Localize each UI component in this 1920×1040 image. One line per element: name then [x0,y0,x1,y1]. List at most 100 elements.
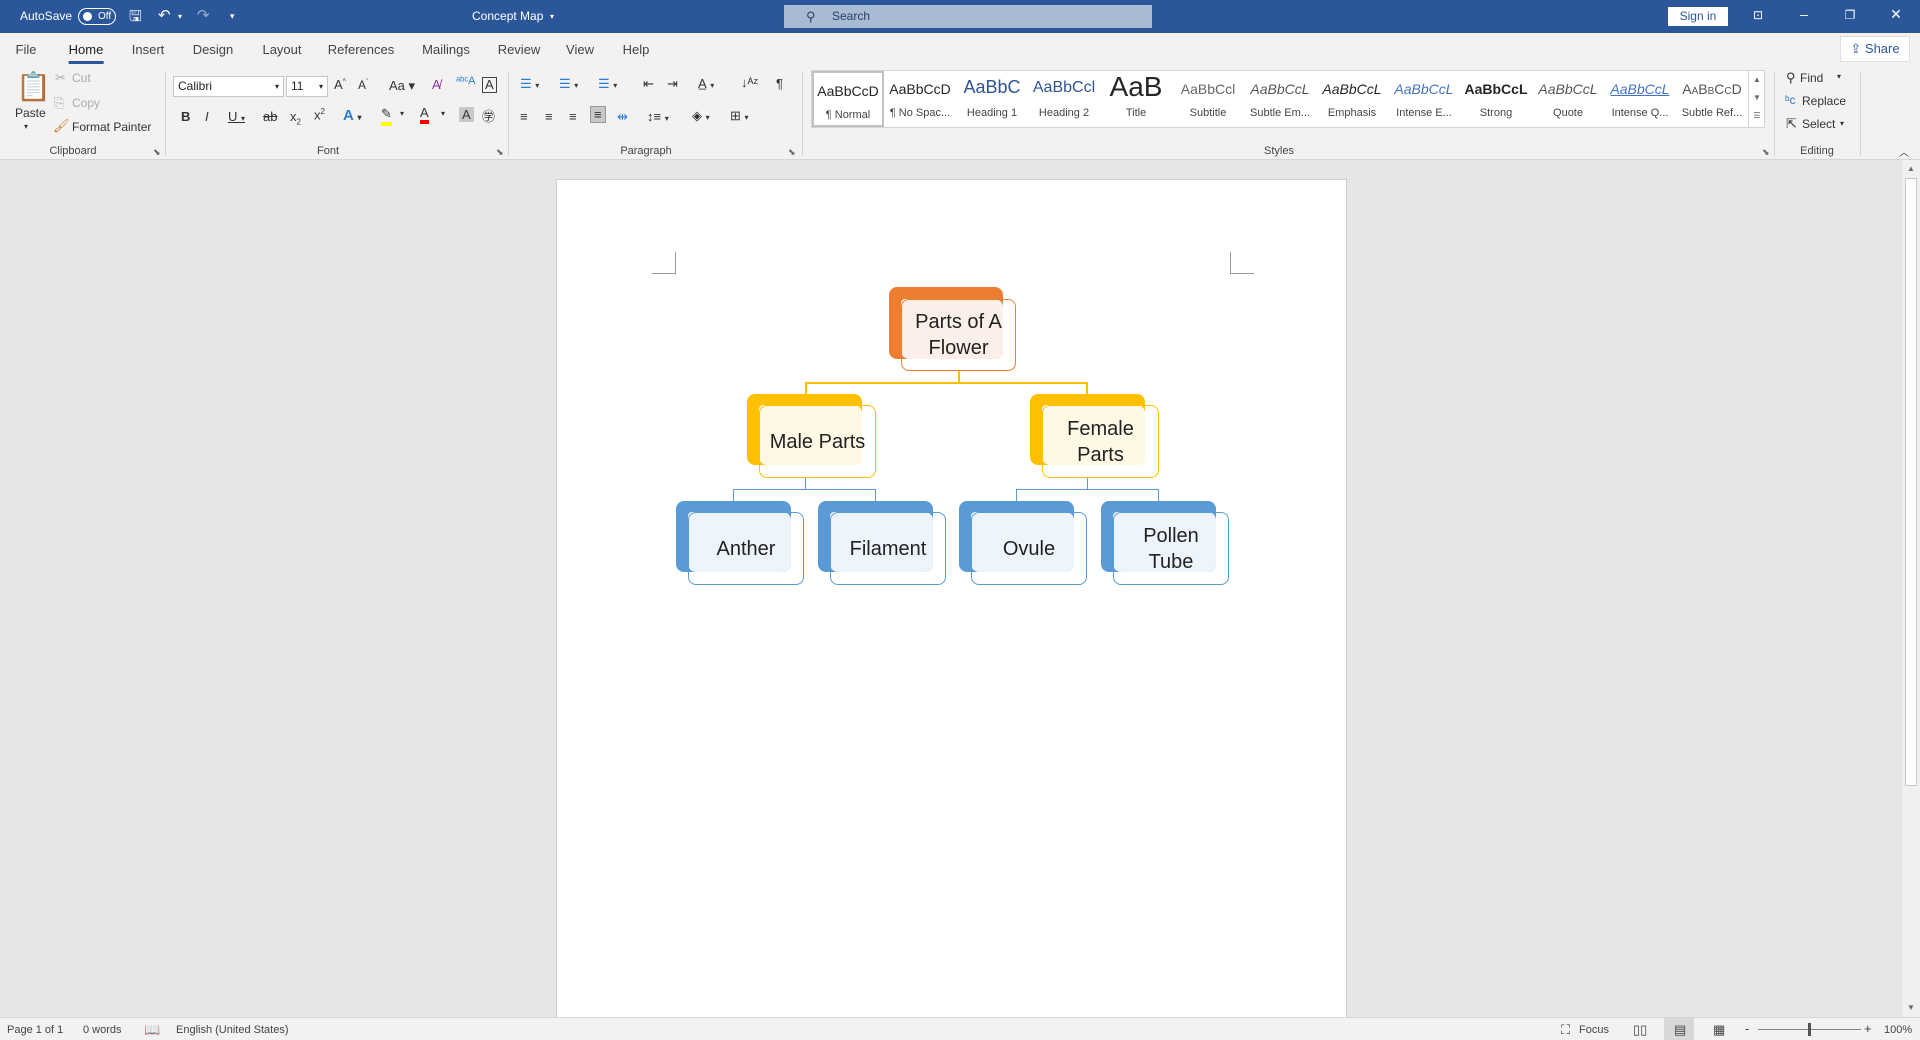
customize-qat-icon[interactable]: ▾ [230,11,235,22]
focus-icon[interactable]: ⛶ [1561,1022,1570,1038]
page-count[interactable]: Page 1 of 1 [7,1024,63,1036]
character-shading-icon[interactable]: A [459,107,474,122]
female-parts-node[interactable]: Female Parts [1042,405,1159,478]
replace-button[interactable]: Replace [1802,94,1846,108]
title-dropdown-icon[interactable]: ▾ [550,12,554,21]
distributed-icon[interactable]: ⇹ [617,109,628,125]
font-color-icon[interactable]: A [420,106,429,124]
font-launcher-icon[interactable]: ⬊ [496,147,504,158]
autosave-toggle[interactable]: Off [78,8,116,25]
justify-icon[interactable]: ≡ [590,106,606,123]
search-box[interactable]: ⚲ Search [784,5,1152,28]
tab-help[interactable]: Help [623,42,650,57]
redo-icon[interactable]: ↷ [197,6,210,24]
undo-icon[interactable]: ↶ [158,6,171,24]
paste-dropdown-icon[interactable]: ▾ [24,122,28,131]
paste-button[interactable]: Paste [15,106,46,120]
text-effects-icon[interactable]: A ▾ [343,107,361,124]
zoom-out-icon[interactable]: - [1745,1021,1749,1036]
share-button[interactable]: ⇪ Share [1840,36,1910,62]
character-border-icon[interactable]: A [482,77,497,93]
style-intense-quote[interactable]: AaBbCcL Intense Q... [1604,71,1676,127]
male-parts-node[interactable]: Male Parts [759,405,876,478]
copy-button[interactable]: Copy [72,96,100,110]
tab-review[interactable]: Review [498,42,541,57]
language[interactable]: English (United States) [176,1024,289,1036]
anther-node[interactable]: Anther [688,512,804,585]
tab-mailings[interactable]: Mailings [422,42,470,57]
save-icon[interactable]: 🖫 [129,6,142,31]
zoom-slider-thumb[interactable] [1808,1023,1811,1036]
superscript-icon[interactable]: x2 [314,107,325,122]
style-title[interactable]: AaB Title [1100,71,1172,127]
style-normal[interactable]: AaBbCcD ¶ Normal [812,71,884,127]
styles-scroll[interactable]: ▲ ▼ ☰ [1748,71,1765,127]
tab-layout[interactable]: Layout [262,42,301,57]
align-left-icon[interactable]: ≡ [520,109,528,124]
root-node[interactable]: Parts of A Flower [901,299,1016,371]
change-case-icon[interactable]: Aa ▾ [389,78,415,94]
align-right-icon[interactable]: ≡ [569,109,577,124]
tab-view[interactable]: View [566,42,594,57]
more-styles-icon[interactable]: ☰ [1749,107,1765,125]
scrollbar-thumb[interactable] [1905,178,1917,786]
font-name-select[interactable]: Calibri ▾ [173,76,284,97]
close-icon[interactable]: ✕ [1886,6,1906,23]
shrink-font-icon[interactable]: Aˇ [358,78,368,92]
highlight-icon[interactable]: ✎ [381,106,392,126]
style-heading-1[interactable]: AaBbC Heading 1 [956,71,1028,127]
tab-design[interactable]: Design [193,42,233,57]
zoom-level[interactable]: 100% [1884,1024,1912,1036]
scroll-up-icon[interactable]: ▲ [1907,164,1915,173]
zoom-in-icon[interactable]: + [1864,1021,1872,1036]
styles-launcher-icon[interactable]: ⬊ [1762,147,1770,158]
document-title[interactable]: Concept Map [472,9,543,23]
scroll-down-icon[interactable]: ▼ [1749,89,1765,107]
proofing-icon[interactable]: 📖 [144,1022,160,1038]
format-painter-button[interactable]: Format Painter [72,120,151,134]
enclose-characters-icon[interactable]: ㊫ [482,106,495,125]
align-center-icon[interactable]: ≡ [545,109,553,124]
grow-font-icon[interactable]: A^ [334,77,346,92]
multilevel-list-icon[interactable]: ☰ ▾ [598,76,617,92]
select-dropdown-icon[interactable]: ▾ [1840,119,1844,128]
scroll-down-icon[interactable]: ▼ [1907,1003,1915,1012]
ovule-node[interactable]: Ovule [971,512,1087,585]
bold-icon[interactable]: B [181,109,190,124]
decrease-indent-icon[interactable]: ⇤ [643,76,654,92]
shading-icon[interactable]: ◈ ▾ [692,108,710,124]
find-button[interactable]: Find [1800,71,1823,85]
clear-formatting-icon[interactable]: A̸ [432,77,441,92]
pollen-tube-node[interactable]: Pollen Tube [1113,512,1229,585]
style-quote[interactable]: AaBbCcL Quote [1532,71,1604,127]
increase-indent-icon[interactable]: ⇥ [667,76,678,92]
tab-file[interactable]: File [16,42,37,57]
restore-icon[interactable]: ❐ [1840,8,1860,22]
borders-icon[interactable]: ⊞ ▾ [730,108,749,124]
paragraph-launcher-icon[interactable]: ⬊ [788,147,796,158]
subscript-icon[interactable]: x2 [290,109,301,127]
numbering-icon[interactable]: ☰ ▾ [559,76,578,92]
bullets-icon[interactable]: ☰ ▾ [520,76,539,92]
style-emphasis[interactable]: AaBbCcL Emphasis [1316,71,1388,127]
italic-icon[interactable]: I [205,109,209,124]
highlight-dropdown-icon[interactable]: ▾ [400,109,404,118]
underline-icon[interactable]: U ▾ [228,109,245,124]
style-intense-emphasis[interactable]: AaBbCcL Intense E... [1388,71,1460,127]
ribbon-display-icon[interactable]: ⊡ [1748,8,1768,22]
style-subtle-reference[interactable]: AaBbCcD Subtle Ref... [1676,71,1748,127]
paste-icon[interactable]: 📋 [16,70,51,103]
phonetic-guide-icon[interactable]: ᵃᵇᶜA [456,75,475,87]
style-no-spacing[interactable]: AaBbCcD ¶ No Spac... [884,71,956,127]
style-strong[interactable]: AaBbCcL Strong [1460,71,1532,127]
style-subtle-emphasis[interactable]: AaBbCcL Subtle Em... [1244,71,1316,127]
clipboard-launcher-icon[interactable]: ⬊ [153,147,161,158]
font-size-select[interactable]: 11 ▾ [286,76,328,97]
sign-in-button[interactable]: Sign in [1668,7,1728,26]
collapse-ribbon-icon[interactable]: ︿ [1899,144,1909,159]
asian-layout-icon[interactable]: A̲ ▾ [698,76,714,91]
word-count[interactable]: 0 words [83,1024,122,1036]
cut-button[interactable]: Cut [72,71,91,85]
scroll-up-icon[interactable]: ▲ [1749,71,1765,89]
select-button[interactable]: Select [1802,117,1835,131]
